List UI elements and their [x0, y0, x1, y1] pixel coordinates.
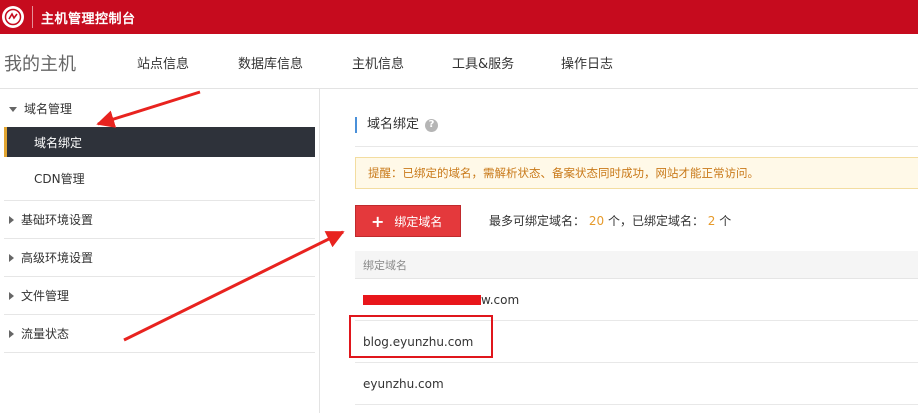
bind-domain-label: 绑定域名	[394, 214, 443, 229]
question-circle-icon[interactable]: ?	[425, 118, 439, 132]
column-header-domain: 绑定域名	[363, 258, 407, 272]
console-title: 主机管理控制台	[41, 11, 136, 27]
domain-limit-info: 最多可绑定域名： 20 个，已绑定域名： 2 个	[489, 212, 731, 229]
brand-logo-icon[interactable]	[2, 6, 24, 28]
sidebar-group-label: 流量状态	[21, 327, 70, 341]
sidebar-item-label: CDN管理	[34, 172, 85, 186]
caret-right-icon	[9, 329, 14, 338]
nav-item-site-info[interactable]: 站点信息	[137, 53, 189, 72]
table-row[interactable]: eyunzhu.com	[355, 363, 918, 405]
redaction-mark	[363, 294, 481, 305]
topbar-divider	[32, 6, 33, 28]
table-header: 绑定域名	[355, 251, 918, 279]
nav-item-database-info[interactable]: 数据库信息	[238, 53, 303, 72]
sidebar-group-label: 基础环境设置	[21, 213, 94, 227]
sidebar-group-traffic-status[interactable]: 流量状态	[4, 315, 315, 353]
host-console-page: 主机管理控制台 我的主机 站点信息 数据库信息 主机信息 工具&服务 操作日志 …	[0, 0, 918, 413]
caret-right-icon	[9, 291, 14, 300]
limit-middle: 个，已绑定域名：	[607, 214, 704, 228]
sidebar-item-domain-binding[interactable]: 域名绑定	[4, 127, 315, 157]
caret-down-icon	[9, 106, 17, 112]
section-divider	[355, 146, 918, 147]
sidebar-group-basic-env[interactable]: 基础环境设置	[4, 201, 315, 239]
limit-suffix: 个	[719, 214, 732, 228]
nav-item-operation-log[interactable]: 操作日志	[561, 53, 613, 72]
limit-prefix: 最多可绑定域名：	[489, 214, 586, 228]
sidebar-item-label: 域名绑定	[34, 135, 83, 150]
sidebar: 域名管理 域名绑定 CDN管理 基础环境设置 高级环境设置 文件管理 流量状态	[0, 89, 320, 413]
limit-bound-count: 2	[707, 214, 716, 228]
domain-cell: w.com	[481, 292, 520, 307]
caret-right-icon	[9, 215, 14, 224]
bind-domain-button[interactable]: + 绑定域名	[355, 205, 461, 237]
section-title-text: 域名绑定	[367, 117, 420, 132]
sidebar-item-cdn-management[interactable]: CDN管理	[4, 157, 315, 201]
nav-item-tools-services[interactable]: 工具&服务	[452, 53, 514, 72]
domain-cell: eyunzhu.com	[363, 376, 444, 391]
sidebar-group-domain-management[interactable]: 域名管理	[4, 89, 315, 127]
sidebar-group-advanced-env[interactable]: 高级环境设置	[4, 239, 315, 277]
caret-right-icon	[9, 253, 14, 262]
section-title: 域名绑定 ?	[355, 117, 439, 133]
main-nav: 我的主机 站点信息 数据库信息 主机信息 工具&服务 操作日志	[0, 34, 918, 89]
sidebar-group-label: 域名管理	[24, 101, 73, 116]
domain-table: 绑定域名 w.com blog.eyunzhu.com eyunzhu.com	[355, 251, 918, 405]
sidebar-group-label: 文件管理	[21, 289, 70, 303]
notice-banner: 提醒：已绑定的域名，需解析状态、备案状态同时成功，网站才能正常访问。	[355, 157, 918, 189]
sidebar-group-label: 高级环境设置	[21, 251, 94, 265]
table-row[interactable]: w.com	[355, 279, 918, 321]
main-content: 域名绑定 ? 提醒：已绑定的域名，需解析状态、备案状态同时成功，网站才能正常访问…	[320, 89, 918, 413]
nav-item-host-info[interactable]: 主机信息	[352, 53, 404, 72]
limit-max-count: 20	[588, 214, 605, 228]
plus-icon: +	[371, 211, 385, 231]
nav-brand[interactable]: 我的主机	[4, 50, 76, 76]
domain-cell: blog.eyunzhu.com	[363, 334, 474, 349]
sidebar-group-file-management[interactable]: 文件管理	[4, 277, 315, 315]
table-row[interactable]: blog.eyunzhu.com	[355, 321, 918, 363]
top-bar: 主机管理控制台	[0, 0, 918, 34]
